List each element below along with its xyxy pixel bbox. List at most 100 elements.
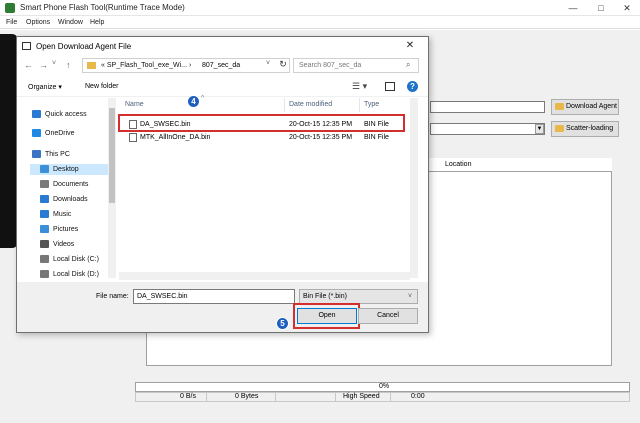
status-divider	[390, 392, 391, 402]
nav-scrollbar-thumb[interactable]	[109, 108, 115, 203]
download-agent-button[interactable]: Download Agent	[551, 99, 619, 115]
file-row-mtk-allinone[interactable]: MTK_AllInOne_DA.bin 20-Oct-15 12:35 PM B…	[119, 131, 407, 144]
preview-pane-icon[interactable]	[385, 82, 395, 91]
forward-arrow-icon[interactable]: →	[39, 60, 48, 70]
minimize-button[interactable]: —	[564, 2, 582, 14]
status-time: 0:00	[411, 393, 425, 400]
chevron-down-icon[interactable]: ˅	[408, 293, 412, 300]
nav-item-label: Documents	[53, 180, 89, 188]
menu-help[interactable]: Help	[90, 19, 104, 26]
file-highlight-box	[118, 114, 405, 132]
status-bar	[135, 392, 630, 402]
nav-item-label: Videos	[53, 240, 75, 248]
nav-item-downloads[interactable]: Downloads	[40, 195, 88, 203]
nav-item-documents[interactable]: Documents	[40, 180, 88, 188]
change-view-icon[interactable]: ☰ ▾	[352, 81, 367, 92]
menu-window[interactable]: Window	[58, 19, 83, 26]
star-icon	[32, 110, 41, 118]
status-bytes: 0 Bytes	[235, 393, 259, 400]
nav-item-label: OneDrive	[45, 129, 75, 137]
nav-item-this-pc[interactable]: This PC	[32, 150, 70, 158]
column-divider	[359, 98, 360, 112]
breadcrumb-prefix: «	[101, 62, 105, 69]
downloads-icon	[40, 195, 49, 203]
location-column-header[interactable]: Location	[445, 161, 471, 168]
back-arrow-icon[interactable]: ←	[24, 60, 33, 70]
cloud-icon	[32, 129, 41, 137]
column-divider	[284, 98, 285, 112]
file-name: MTK_AllInOne_DA.bin	[140, 134, 211, 141]
file-date: 20-Oct-15 12:35 PM	[289, 134, 353, 141]
progress-percent: 0%	[379, 383, 390, 390]
app-title: Smart Phone Flash Tool(Runtime Trace Mod…	[20, 3, 185, 12]
address-dropdown-icon[interactable]: ˅	[266, 60, 270, 67]
dialog-title: Open Download Agent File	[36, 42, 132, 51]
scatter-loading-button[interactable]: Scatter-loading	[551, 121, 619, 137]
scatter-file-select[interactable]	[430, 123, 545, 135]
videos-icon	[40, 240, 49, 248]
nav-item-videos[interactable]: Videos	[40, 240, 74, 248]
drive-icon	[40, 270, 49, 278]
download-agent-path-input[interactable]	[430, 101, 545, 113]
new-folder-button[interactable]: New folder	[85, 83, 118, 90]
nav-item-local-disk-c[interactable]: Local Disk (C:)	[40, 255, 99, 263]
nav-item-label: Desktop	[53, 165, 79, 173]
organize-button[interactable]: Organize ▾	[28, 83, 62, 91]
file-name-label: File name:	[96, 293, 129, 300]
file-type-value: Bin File (*.bin)	[303, 293, 347, 300]
close-window-button[interactable]: ✕	[618, 2, 636, 14]
status-speed: 0 B/s	[180, 393, 196, 400]
drive-icon	[40, 255, 49, 263]
status-divider	[335, 392, 336, 402]
dialog-close-button[interactable]: ✕	[403, 40, 417, 52]
navigation-pane	[17, 97, 118, 280]
breadcrumb-segment-1[interactable]: SP_Flash_Tool_exe_Wi...	[107, 62, 187, 69]
file-type: BIN File	[364, 134, 389, 141]
chevron-down-icon[interactable]: ▼	[535, 124, 544, 134]
nav-item-pictures[interactable]: Pictures	[40, 225, 78, 233]
music-icon	[40, 210, 49, 218]
sort-ascending-icon: ^	[201, 95, 205, 102]
status-mode: High Speed	[343, 393, 380, 400]
maximize-button[interactable]: □	[592, 2, 610, 14]
column-name[interactable]: Name	[125, 101, 144, 108]
step-4-badge: 4	[187, 95, 200, 108]
nav-item-label: Pictures	[53, 225, 79, 233]
menu-file[interactable]: File	[6, 19, 17, 26]
nav-item-label: Local Disk (D:)	[53, 270, 99, 278]
help-icon[interactable]: ?	[407, 81, 418, 92]
nav-item-local-disk-d[interactable]: Local Disk (D:)	[40, 270, 99, 278]
breadcrumb[interactable]: « SP_Flash_Tool_exe_Wi... ›	[101, 62, 191, 69]
documents-icon	[40, 180, 49, 188]
up-arrow-icon[interactable]: ↑	[66, 60, 71, 70]
nav-item-label: Music	[53, 210, 72, 218]
cancel-button[interactable]: Cancel	[358, 308, 418, 324]
horizontal-scrollbar[interactable]	[119, 272, 410, 280]
nav-item-label: This PC	[45, 150, 70, 158]
nav-item-label: Quick access	[45, 110, 87, 118]
nav-item-quick-access[interactable]: Quick access	[32, 110, 87, 118]
folder-icon	[555, 125, 564, 132]
file-list-scrollbar[interactable]	[410, 98, 418, 278]
search-icon[interactable]: ⌕	[406, 60, 410, 70]
column-date-modified[interactable]: Date modified	[289, 101, 332, 108]
recent-locations-icon[interactable]: ˅	[52, 60, 56, 67]
nav-item-music[interactable]: Music	[40, 210, 71, 218]
menu-options[interactable]: Options	[26, 19, 50, 26]
dialog-window-icon	[22, 42, 31, 50]
status-divider	[275, 392, 276, 402]
step-5-badge: 5	[276, 317, 289, 330]
nav-item-onedrive[interactable]: OneDrive	[32, 129, 75, 137]
breadcrumb-separator: ›	[188, 62, 192, 69]
refresh-icon[interactable]: ↻	[276, 59, 290, 72]
computer-icon	[32, 150, 41, 158]
folder-icon	[87, 62, 96, 69]
column-type[interactable]: Type	[364, 101, 379, 108]
bin-file-icon	[129, 133, 137, 142]
nav-item-desktop[interactable]: Desktop	[40, 165, 79, 173]
open-button[interactable]: Open	[297, 308, 357, 324]
breadcrumb-segment-2[interactable]: 807_sec_da	[202, 62, 240, 69]
file-name-value: DA_SWSEC.bin	[137, 293, 188, 300]
scatter-loading-label: Scatter-loading	[566, 125, 614, 132]
desktop-icon	[40, 165, 49, 173]
